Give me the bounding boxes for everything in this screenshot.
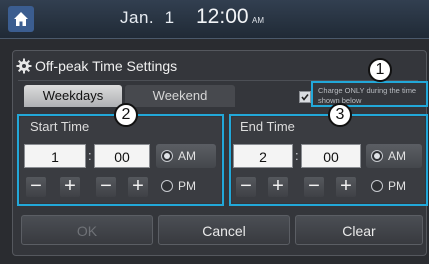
clock-display: 12:00 <box>196 5 249 28</box>
home-button[interactable] <box>8 6 34 32</box>
tab-weekdays[interactable]: Weekdays <box>24 85 122 107</box>
clear-button[interactable]: Clear <box>295 215 423 245</box>
charge-option-highlight <box>311 81 428 107</box>
date-display: Jan. 1 <box>120 8 175 27</box>
ok-button[interactable]: OK <box>21 215 153 245</box>
start-time-highlight <box>17 114 224 206</box>
charge-only-checkbox[interactable] <box>299 91 311 103</box>
checkmark-icon <box>301 94 309 101</box>
dialog-title: Off-peak Time Settings <box>35 58 178 74</box>
status-bar: Jan. 1 12:00 AM <box>0 0 429 39</box>
screen: Jan. 1 12:00 AM Off-peak Time Settings W… <box>0 0 429 264</box>
home-icon <box>14 12 28 26</box>
callout-3: 3 <box>328 103 352 127</box>
callout-1: 1 <box>368 58 392 82</box>
gear-icon <box>16 58 32 74</box>
clock-ampm: AM <box>252 16 264 25</box>
tab-weekend[interactable]: Weekend <box>125 85 235 107</box>
callout-2: 2 <box>114 103 138 127</box>
end-time-highlight <box>229 114 428 206</box>
cancel-button[interactable]: Cancel <box>158 215 290 245</box>
